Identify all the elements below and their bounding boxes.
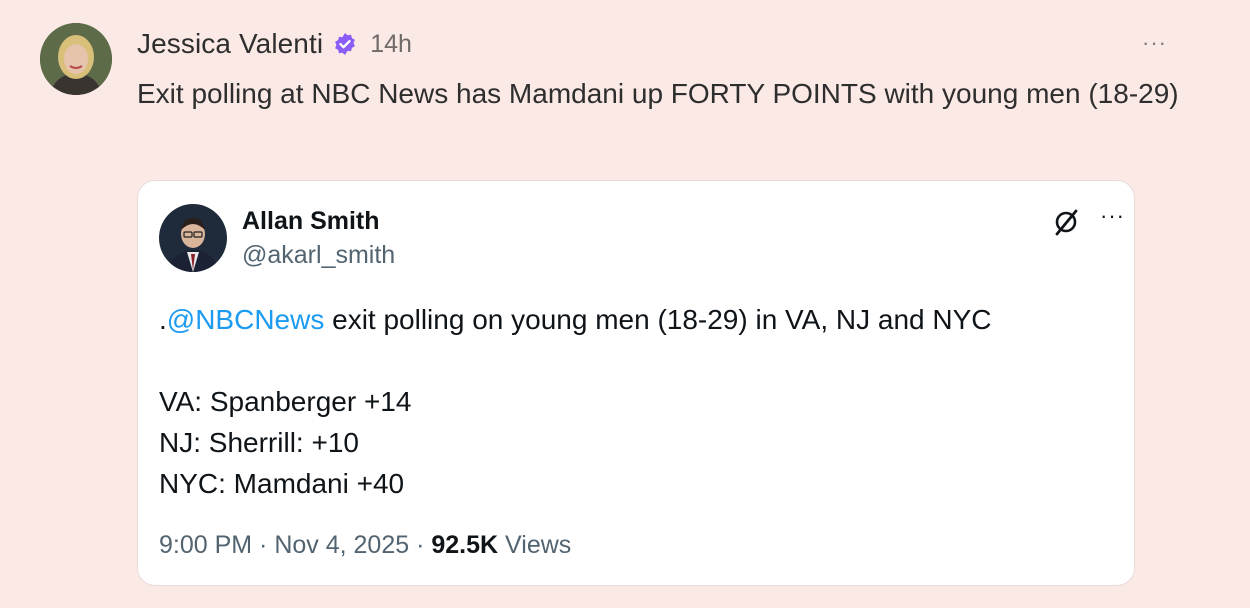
views-label: Views [498, 531, 572, 559]
tweet-text-rest: exit polling on young men (18-29) in VA,… [324, 304, 992, 335]
meta-separator: · [252, 531, 275, 559]
author-avatar[interactable] [40, 23, 112, 95]
tweet-first-line: .@NBCNews exit polling on young men (18-… [159, 299, 1109, 340]
result-line-nyc: NYC: Mamdani +40 [159, 468, 405, 499]
result-line-nj: NJ: Sherrill: +10 [159, 427, 359, 458]
grok-icon[interactable] [1051, 207, 1081, 237]
quoted-more-options-icon[interactable]: ··· [1100, 205, 1125, 227]
views-count: 92.5K [431, 531, 499, 559]
result-line-va: VA: Spanberger +14 [159, 386, 412, 417]
quoted-author-avatar[interactable] [159, 204, 227, 272]
tweet-time[interactable]: 9:00 PM [159, 531, 252, 559]
tweet-date[interactable]: Nov 4, 2025 [274, 531, 409, 559]
quoted-author-name[interactable]: Allan Smith [242, 207, 380, 236]
mention-prefix: . [159, 304, 167, 335]
quoted-tweet-meta: 9:00 PM · Nov 4, 2025 · 92.5K Views [159, 531, 571, 560]
author-row: Jessica Valenti 14h [137, 26, 412, 62]
more-options-icon[interactable]: ··· [1142, 32, 1167, 54]
post-timestamp[interactable]: 14h [370, 30, 412, 59]
verified-badge-icon [335, 33, 356, 55]
author-name[interactable]: Jessica Valenti [137, 28, 323, 60]
quoted-author-handle[interactable]: @akarl_smith [242, 241, 395, 270]
post-body-text: Exit polling at NBC News has Mamdani up … [137, 78, 1179, 109]
mention-link[interactable]: @NBCNews [167, 304, 325, 335]
post: Jessica Valenti 14h ··· Exit polling at … [0, 0, 1250, 608]
quoted-tweet-text: .@NBCNews exit polling on young men (18-… [159, 299, 1109, 504]
meta-separator: · [409, 531, 432, 559]
quoted-tweet-card[interactable]: Allan Smith @akarl_smith ··· .@NBCNews e… [137, 180, 1135, 586]
